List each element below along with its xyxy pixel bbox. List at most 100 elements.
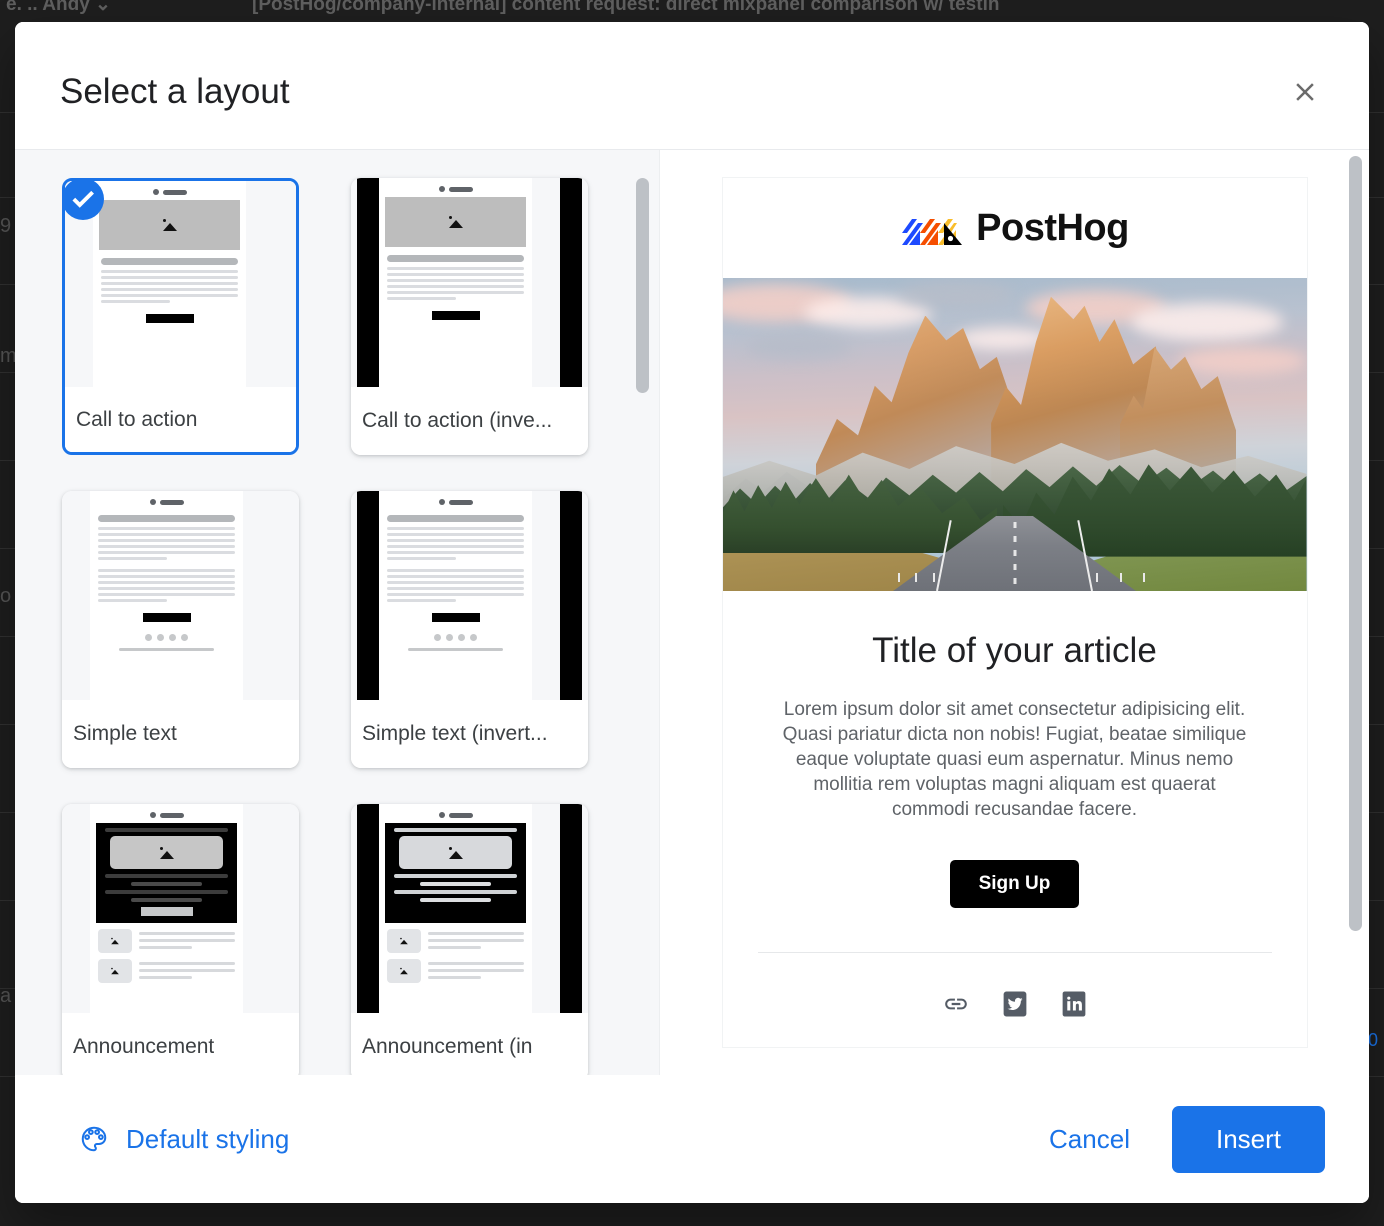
layout-tile-label: Simple text (invert... <box>351 700 588 768</box>
mock-side-bar-left <box>357 491 379 700</box>
gallery-scrollbar-thumb[interactable] <box>636 178 649 393</box>
mock-side-bar-left <box>357 178 379 387</box>
layout-tile-label-text: Announcement <box>73 1035 214 1059</box>
layout-tile-simple-text[interactable]: Simple text <box>62 491 299 768</box>
dialog-footer: Default styling Cancel Insert <box>15 1075 1369 1203</box>
mock-avatar-dot <box>439 186 445 192</box>
select-layout-dialog: Select a layout Call to actionCall to ac… <box>15 22 1369 1203</box>
mock-cta-button <box>141 907 193 916</box>
layout-thumbnail <box>351 491 588 700</box>
linkedin-icon[interactable] <box>1061 991 1087 1017</box>
email-divider <box>758 952 1272 953</box>
layout-thumbnail <box>62 804 299 1013</box>
mock-cta-button <box>146 314 194 323</box>
palette-icon <box>79 1124 109 1154</box>
mock-side-bar-right <box>560 491 582 700</box>
background-ghost-text-1: 9 <box>0 215 11 238</box>
mock-logo-bar <box>449 500 473 505</box>
layout-mock-email <box>93 181 246 387</box>
link-icon[interactable] <box>943 991 969 1017</box>
dialog-body: Call to action Call to action (inve... Sim… <box>15 150 1369 1075</box>
default-styling-label: Default styling <box>126 1124 289 1155</box>
layout-tile-simple-text-inverted[interactable]: Simple text (invert... <box>351 491 588 768</box>
brand-name: PostHog <box>976 207 1129 250</box>
email-preview-card: PostHog <box>723 178 1307 1047</box>
linkedin-icon-glyph <box>1061 991 1087 1017</box>
layout-tile-announcement-inverted[interactable]: Announcement (in <box>351 804 588 1075</box>
background-link-right[interactable]: 0 <box>1368 1030 1378 1051</box>
layout-tile-call-to-action-inverted[interactable]: Call to action (inve... <box>351 178 588 455</box>
gallery-scrollbar-track[interactable] <box>633 150 651 1075</box>
layout-mock-email <box>90 491 243 700</box>
mock-logo-bar <box>163 190 187 195</box>
image-placeholder-icon <box>162 219 178 231</box>
check-circle-icon <box>62 178 104 220</box>
cancel-button[interactable]: Cancel <box>1025 1108 1154 1171</box>
posthog-logo-icon <box>900 205 962 251</box>
mock-announcement-card <box>385 823 526 923</box>
layout-gallery-panel: Call to action Call to action (inve... Sim… <box>15 150 660 1075</box>
layout-tile-label: Announcement <box>62 1013 299 1075</box>
layout-tile-announcement[interactable]: Announcement <box>62 804 299 1075</box>
image-placeholder-icon <box>111 968 120 975</box>
footer-actions: Cancel Insert <box>1025 1106 1325 1173</box>
mock-side-bar-right <box>560 178 582 387</box>
close-icon-glyph <box>1290 77 1320 107</box>
image-placeholder-icon <box>111 938 120 945</box>
mock-logo-bar <box>449 187 473 192</box>
mock-logo-bar <box>160 500 184 505</box>
signup-button[interactable]: Sign Up <box>950 860 1080 908</box>
insert-button[interactable]: Insert <box>1172 1106 1325 1173</box>
mock-avatar-dot <box>439 812 445 818</box>
layout-tile-label: Call to action <box>65 387 296 452</box>
twitter-icon[interactable] <box>1002 991 1028 1017</box>
mock-avatar-dot <box>439 499 445 505</box>
background-topbar-left: e. .. Andy ⌄ <box>6 0 111 14</box>
article-body: Lorem ipsum dolor sit amet consectetur a… <box>723 697 1307 822</box>
email-preview-panel: PostHog <box>660 150 1369 1075</box>
twitter-icon-glyph <box>1002 991 1028 1017</box>
mock-thumb-image <box>98 929 132 953</box>
layout-thumbnail <box>351 804 588 1013</box>
mock-logo-bar <box>160 813 184 818</box>
layout-tile-label-text: Simple text <box>73 722 177 746</box>
layout-thumbnail <box>351 178 588 387</box>
image-placeholder-icon <box>448 216 464 228</box>
image-placeholder-icon <box>448 847 464 859</box>
mock-thumb-image <box>387 929 421 953</box>
background-ghost-text-3: o <box>0 585 11 608</box>
mock-cta-button <box>143 613 191 622</box>
dialog-header: Select a layout <box>15 22 1369 150</box>
close-icon[interactable] <box>1283 70 1327 114</box>
mock-avatar-dot <box>150 499 156 505</box>
mock-avatar-dot <box>150 812 156 818</box>
layout-tile-label: Call to action (inve... <box>351 387 588 455</box>
article-title: Title of your article <box>723 631 1307 671</box>
mock-cta-button <box>432 613 480 622</box>
layout-tile-label-text: Simple text (invert... <box>362 722 548 746</box>
hero-image <box>723 278 1307 591</box>
layout-mock-email <box>90 804 243 1013</box>
mock-side-bar-left <box>357 804 379 1013</box>
dialog-title: Select a layout <box>60 72 290 112</box>
default-styling-button[interactable]: Default styling <box>73 1116 295 1163</box>
layout-tile-label-text: Announcement (in <box>362 1035 532 1059</box>
preview-scrollbar-track[interactable] <box>1346 150 1364 1075</box>
email-preview-scroll-area: PostHog <box>660 150 1369 1075</box>
layout-tile-label: Announcement (in <box>351 1013 588 1075</box>
layout-thumbnail <box>62 491 299 700</box>
background-topbar: e. .. Andy ⌄ [PostHog/company-internal] … <box>0 0 1384 22</box>
mock-thumb-image <box>98 959 132 983</box>
layout-mock-email <box>379 491 532 700</box>
layout-tile-label-text: Call to action (inve... <box>362 409 552 433</box>
social-links-row <box>723 991 1307 1017</box>
layout-thumbnail <box>65 181 296 387</box>
layout-gallery-list: Call to action Call to action (inve... Sim… <box>15 150 659 1075</box>
background-ghost-text-4: a <box>0 985 11 1008</box>
mock-hero-image <box>385 197 526 247</box>
layout-tile-label: Simple text <box>62 700 299 768</box>
layout-tile-call-to-action[interactable]: Call to action <box>62 178 299 455</box>
mock-announcement-card <box>96 823 237 923</box>
layout-tile-label-text: Call to action <box>76 408 197 432</box>
preview-scrollbar-thumb[interactable] <box>1349 156 1362 931</box>
